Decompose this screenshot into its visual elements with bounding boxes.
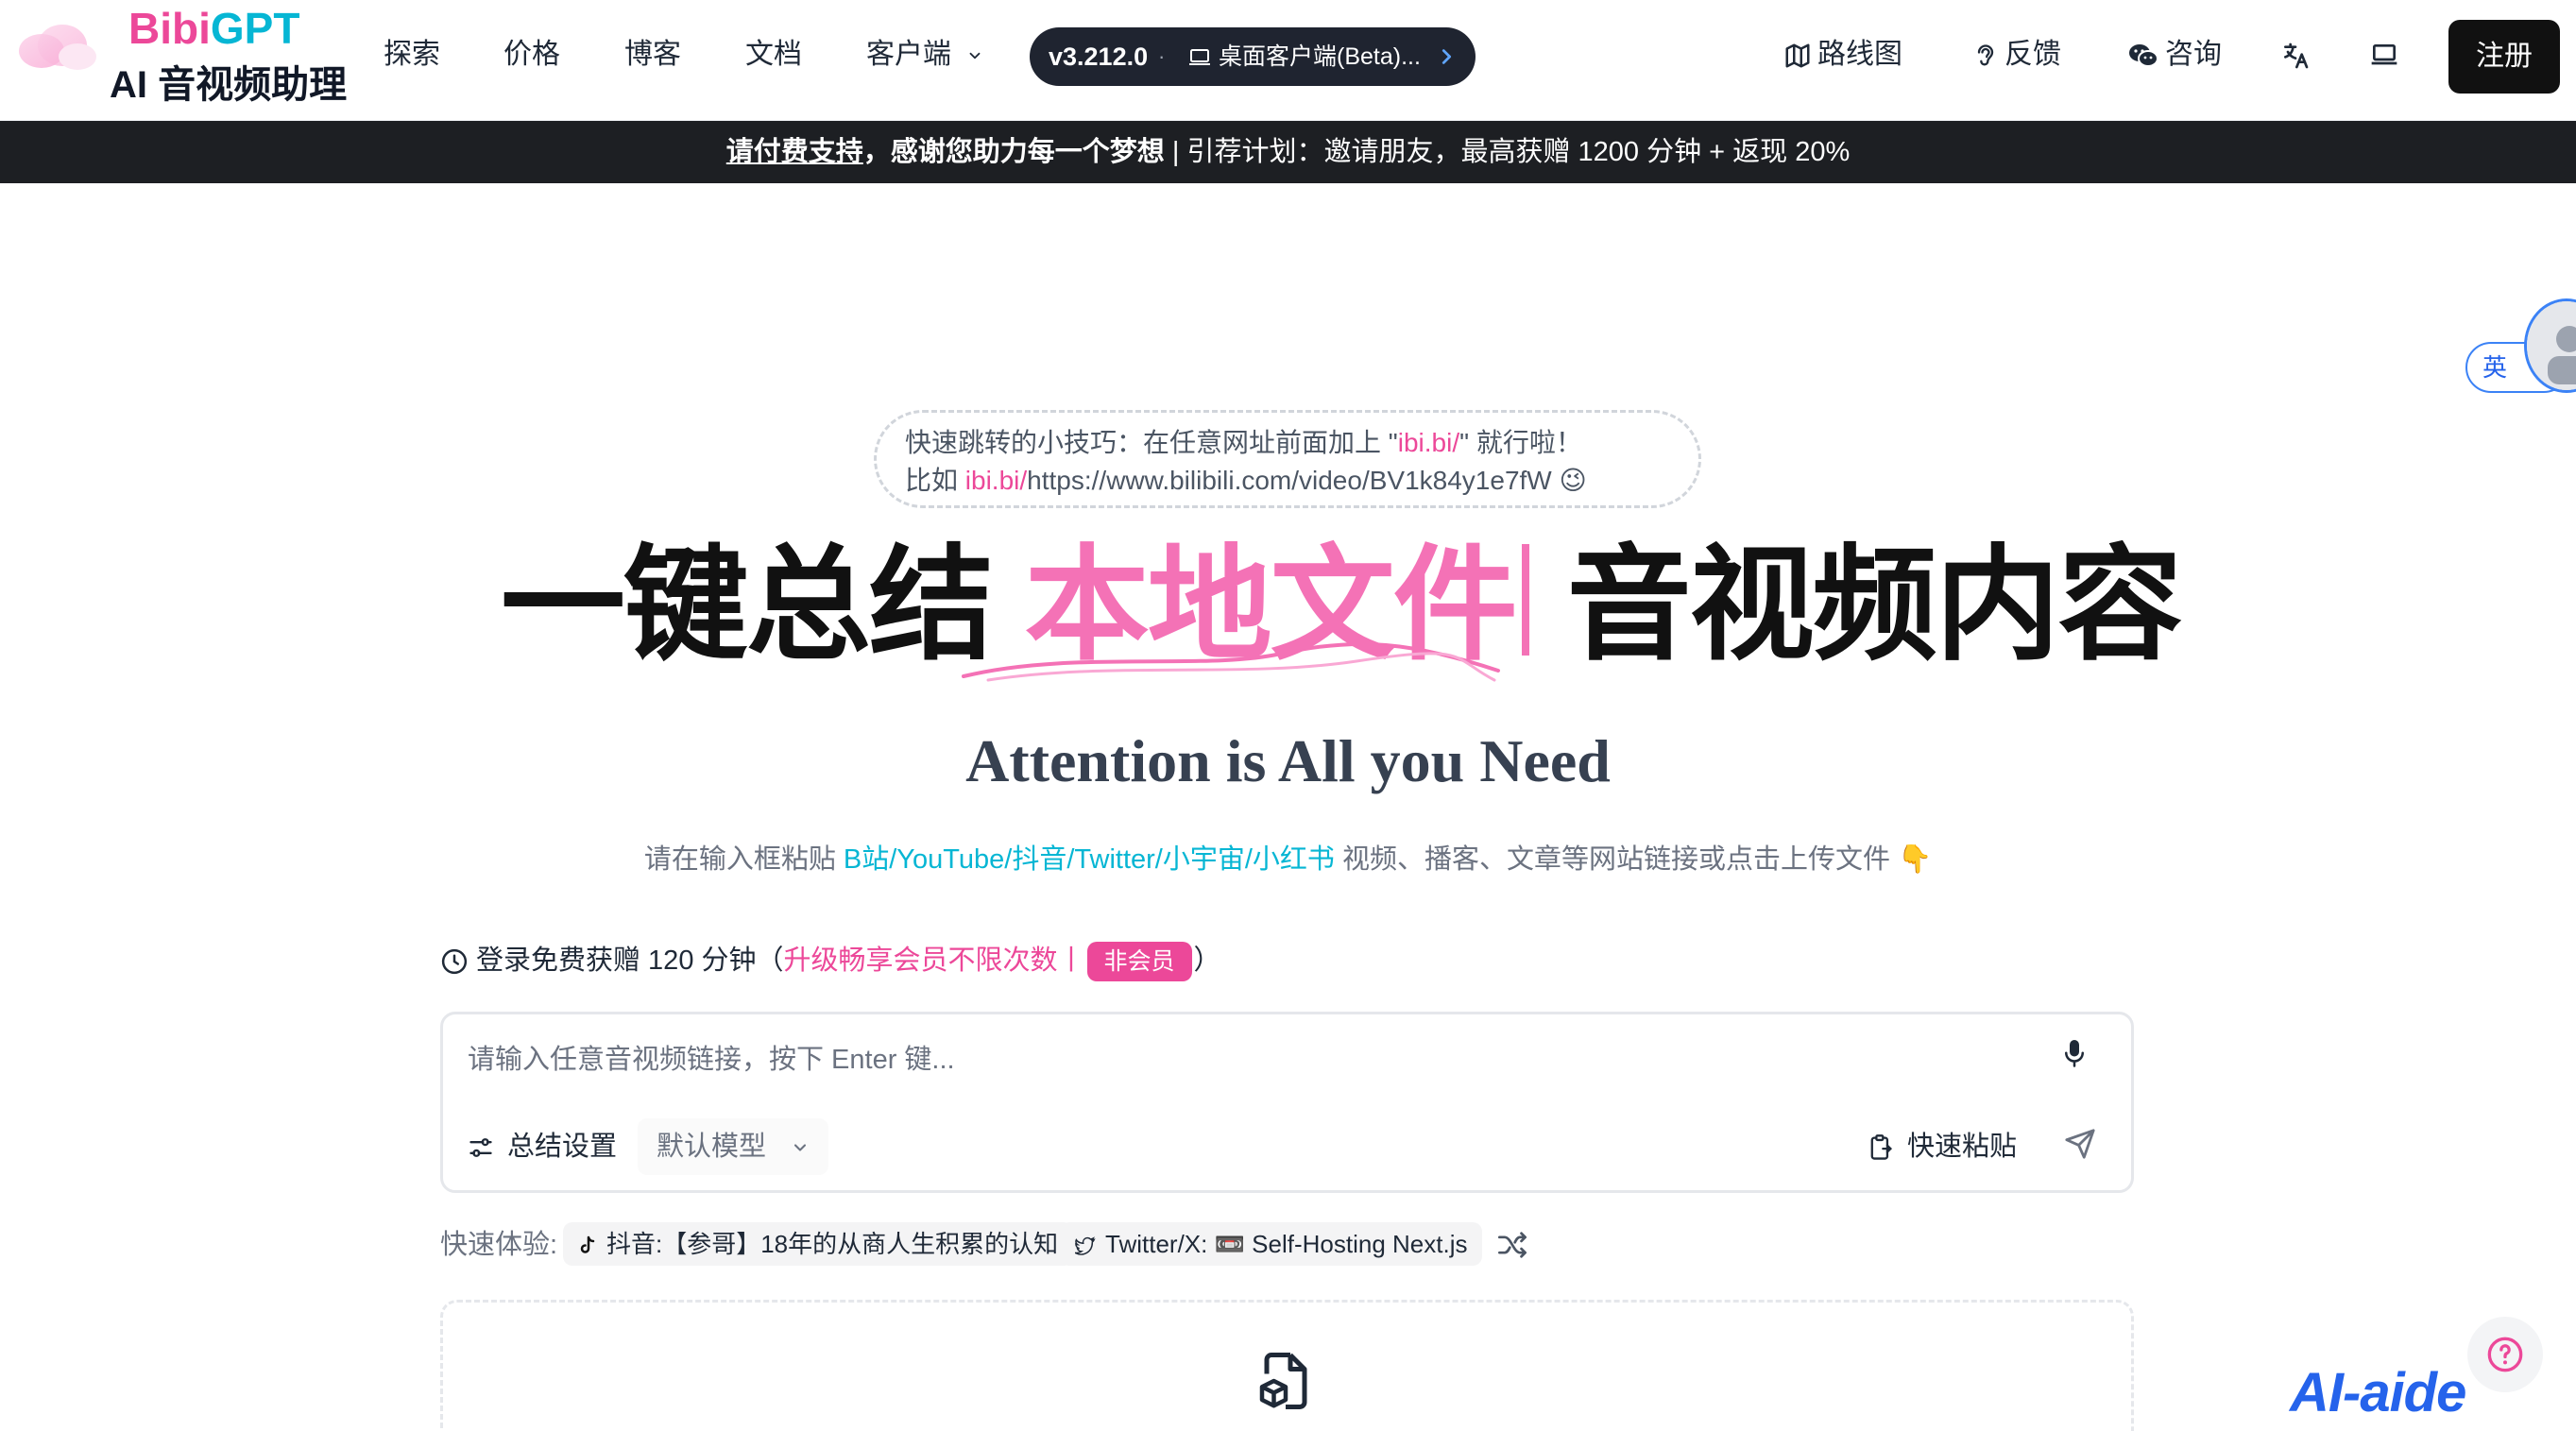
tip-line-1: 快速跳转的小技巧：在任意网址前面加上 "ibi.bi/" 就行啦！ <box>905 424 1670 462</box>
wechat-icon <box>2127 42 2159 70</box>
twitter-icon <box>1075 1236 1096 1255</box>
nav-client-label: 客户端 <box>866 39 951 70</box>
signup-button[interactable]: 注册 <box>2448 20 2560 94</box>
shuffle-icon[interactable] <box>1496 1231 1528 1259</box>
consult-label: 咨询 <box>2165 39 2222 70</box>
quick-try-chip-twitter[interactable]: Twitter/X: 📼 Self-Hosting Next.js <box>1060 1222 1483 1266</box>
chevron-down-icon <box>791 1138 810 1157</box>
chevron-down-icon <box>966 47 983 64</box>
microphone-icon[interactable] <box>2060 1037 2089 1071</box>
sliders-icon <box>468 1134 494 1161</box>
nav-consult[interactable]: 咨询 <box>2127 34 2222 76</box>
chevron-right-icon <box>1436 45 1457 68</box>
tip-line2-prefix: 比如 <box>905 466 965 495</box>
login-close-paren: ） <box>1193 945 1221 976</box>
logo-part-bibi: Bibi <box>128 4 211 53</box>
member-status-badge: 非会员 <box>1086 942 1192 982</box>
tiktok-icon <box>578 1235 597 1256</box>
underline-scribble <box>962 641 1500 682</box>
map-icon <box>1783 42 1812 70</box>
banner-thanks: ，感谢您助力每一个梦想 <box>862 137 1165 167</box>
hint-suffix: 视频、播客、文章等网站链接或点击上传文件 <box>1334 844 1899 875</box>
summary-settings-button[interactable]: 总结设置 <box>468 1126 617 1167</box>
hero-suffix: 音视频内容 <box>1566 536 2183 674</box>
quick-try-label: 快速体验: <box>440 1230 558 1260</box>
device-toggle[interactable] <box>2369 34 2405 76</box>
file-upload-dropzone[interactable] <box>440 1300 2134 1431</box>
summary-settings-label: 总结设置 <box>507 1132 618 1162</box>
nav-roadmap[interactable]: 路线图 <box>1783 34 1902 76</box>
nav-feedback[interactable]: 反馈 <box>1972 34 2061 76</box>
quick-paste-button[interactable]: 快速粘贴 <box>1868 1126 2017 1167</box>
tip-line1-suffix: " 就行啦！ <box>1459 428 1582 457</box>
point-down-emoji-icon: 👇 <box>1898 844 1933 875</box>
laptop-icon <box>2369 43 2399 69</box>
pay-support-link[interactable]: 请付费支持 <box>726 137 863 167</box>
nav-explore[interactable]: 探索 <box>384 34 440 76</box>
top-header: BibiGPT AI 音视频助理 探索 价格 博客 文档 客户端 v3.212.… <box>0 0 2576 121</box>
laptop-icon <box>1188 48 1211 67</box>
quick-jump-tip: 快速跳转的小技巧：在任意网址前面加上 "ibi.bi/" 就行啦！ 比如 ibi… <box>874 410 1701 508</box>
referral-text[interactable]: 引荐计划：邀请朋友，最高获赠 1200 分钟 + 返现 20% <box>1186 137 1850 167</box>
hero-subtitle: Attention is All you Need <box>965 727 1611 794</box>
version-label: v3.212.0 <box>1049 43 1149 71</box>
tip-line1-prefix: 快速跳转的小技巧：在任意网址前面加上 " <box>905 428 1398 457</box>
upgrade-link[interactable]: 升级畅享会员不限次数丨 <box>784 945 1085 976</box>
translate-icon <box>2280 41 2311 71</box>
tip-line-2: 比如 ibi.bi/https://www.bilibili.com/video… <box>905 462 1670 500</box>
paste-hint: 请在输入框粘贴 B站/YouTube/抖音/Twitter/小宇宙/小红书 视频… <box>0 839 2576 880</box>
nav-pricing[interactable]: 价格 <box>503 34 560 76</box>
language-toggle[interactable] <box>2280 34 2316 76</box>
login-promo: 登录免费获赠 120 分钟（升级畅享会员不限次数丨 非会员） <box>440 940 1221 982</box>
hint-platforms: B站/YouTube/抖音/Twitter/小宇宙/小红书 <box>843 844 1335 875</box>
tip-domain: ibi.bi/ <box>1397 428 1460 457</box>
typing-cursor <box>1521 544 1529 656</box>
send-icon[interactable] <box>2064 1128 2096 1160</box>
clock-icon <box>440 947 469 976</box>
roadmap-label: 路线图 <box>1817 39 1902 70</box>
link-input[interactable] <box>468 1039 1979 1081</box>
chip-twitter-text: Twitter/X: 📼 Self-Hosting Next.js <box>1105 1230 1468 1258</box>
desktop-client-label: 桌面客户端(Beta)... <box>1219 43 1421 70</box>
help-button[interactable] <box>2467 1317 2543 1392</box>
feedback-label: 反馈 <box>2005 39 2061 70</box>
tip-example-url[interactable]: https://www.bilibili.com/video/BV1k84y1e… <box>1027 466 1552 495</box>
cloud-logo-icon[interactable] <box>13 13 98 74</box>
quick-try-chip-douyin[interactable]: 抖音:【参哥】18年的从商人生积累的认知 <box>563 1222 1074 1266</box>
watermark-logo: AI-aide <box>2290 1362 2466 1423</box>
help-circle-icon <box>2487 1337 2523 1372</box>
nav-client-dropdown[interactable]: 客户端 <box>866 34 983 76</box>
wink-emoji-icon: 😉 <box>1559 466 1587 495</box>
login-text[interactable]: 登录免费获赠 120 分钟（ <box>476 945 784 976</box>
promo-banner: 请付费支持，感谢您助力每一个梦想 | 引荐计划：邀请朋友，最高获赠 1200 分… <box>0 121 2576 183</box>
link-input-box: 总结设置 默认模型 快速粘贴 <box>440 1012 2134 1193</box>
clipboard-icon <box>1868 1133 1894 1162</box>
tip-example-domain: ibi.bi/ <box>964 466 1028 495</box>
version-separator: · <box>1158 44 1166 68</box>
hint-prefix: 请在输入框粘贴 <box>643 844 844 875</box>
nav-docs[interactable]: 文档 <box>745 34 802 76</box>
logo-wordmark[interactable]: BibiGPT <box>128 2 299 55</box>
ear-icon <box>1972 42 1999 70</box>
translate-widget[interactable]: 英 <box>2465 298 2576 402</box>
chip-douyin-text: 抖音:【参哥】18年的从商人生积累的认知 <box>606 1230 1059 1258</box>
banner-separator: | <box>1164 137 1187 167</box>
hero-prefix: 一键总结 <box>501 536 1025 674</box>
model-select-value: 默认模型 <box>657 1132 767 1162</box>
model-select[interactable]: 默认模型 <box>638 1118 829 1175</box>
nav-blog[interactable]: 博客 <box>624 34 681 76</box>
logo-part-gpt: GPT <box>210 4 300 53</box>
quick-paste-label: 快速粘贴 <box>1907 1132 2018 1162</box>
logo-subtitle: AI 音视频助理 <box>110 64 348 106</box>
file-upload-icon <box>1257 1350 1314 1412</box>
version-pill[interactable]: v3.212.0 · 桌面客户端(Beta)... <box>1030 27 1476 86</box>
